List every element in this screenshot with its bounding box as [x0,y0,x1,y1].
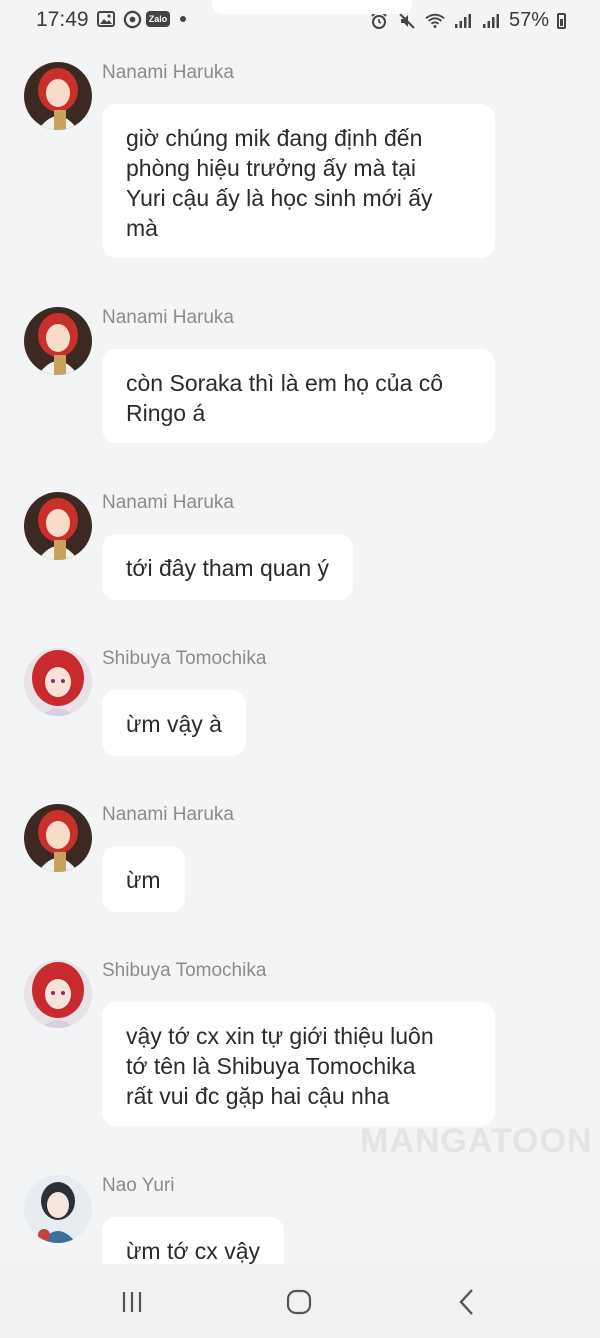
battery-percent: 57% [508,9,549,31]
signal-icon [453,11,473,31]
sender-name: Nanami Haruka [102,62,234,83]
message-bubble[interactable]: vậy tớ cx xin tự giới thiệu luôn tớ tên … [102,1002,495,1126]
shibuya-avatar[interactable] [24,648,92,716]
message-bubble[interactable]: ừm vậy à [102,690,246,756]
sender-name: Nao Yuri [102,1175,175,1196]
sender-name: Shibuya Tomochika [102,960,267,981]
zalo-label: Zalo [145,11,171,27]
navigation-bar [0,1264,600,1338]
status-time: 17:49 [36,8,89,31]
wifi-icon [425,11,445,31]
message-bubble[interactable]: tới đây tham quan ý [102,534,354,600]
home-icon[interactable] [279,1284,319,1320]
sender-name: Nanami Haruka [102,492,234,513]
signal-icon [481,11,501,31]
sender-name: Shibuya Tomochika [102,648,267,669]
nanami-avatar[interactable] [24,804,92,872]
battery-icon [557,12,566,29]
notification-dot-icon [180,16,186,22]
nanami-avatar[interactable] [24,307,92,375]
nanami-avatar[interactable] [24,62,92,130]
nao-avatar[interactable] [24,1175,92,1243]
message-bubble[interactable]: còn Soraka thì là em họ của cô Ringo á [102,349,495,443]
recent-apps-icon[interactable] [112,1284,152,1320]
sender-name: Nanami Haruka [102,307,234,328]
image-icon [96,9,116,29]
message-bubble[interactable]: giờ chúng mik đang định đến phòng hiệu t… [102,104,495,258]
sender-name: Nanami Haruka [102,804,234,825]
zalo-icon: Zalo [145,9,171,29]
message-bubble[interactable]: ừm [102,846,185,912]
watermark: MANGATOON [360,1122,593,1160]
nanami-avatar[interactable] [24,492,92,560]
shibuya-avatar[interactable] [24,960,92,1028]
messenger-icon [122,9,142,29]
status-left-icons: Zalo [96,9,186,29]
back-icon[interactable] [447,1284,487,1320]
previous-bubble-edge [212,0,412,14]
